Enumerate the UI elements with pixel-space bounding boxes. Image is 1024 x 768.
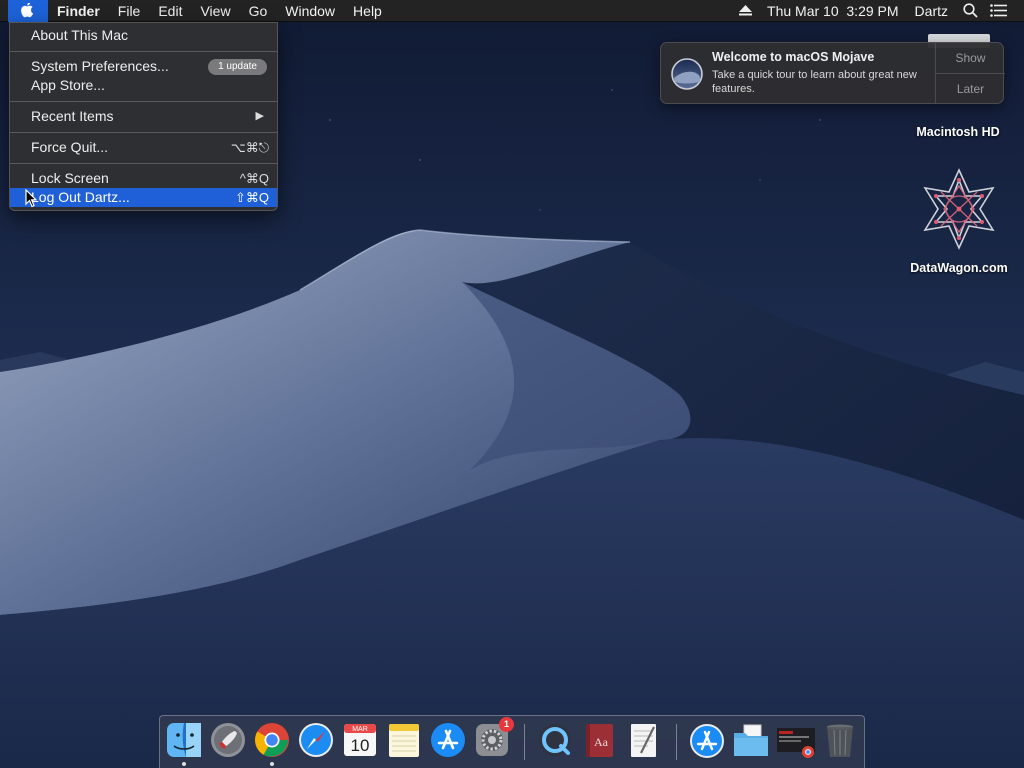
chrome-icon	[255, 723, 289, 757]
notification-badge: 1	[499, 717, 514, 732]
dock-item-finder[interactable]	[165, 721, 203, 766]
spotlight-button[interactable]	[956, 0, 984, 22]
eject-icon	[738, 5, 752, 16]
rocket-icon	[211, 723, 245, 757]
notification-show-button[interactable]: Show	[936, 43, 1005, 73]
menu-item-label: Force Quit...	[31, 139, 109, 155]
menubar-clock[interactable]: Thu Mar 10 3:29 PM	[759, 0, 907, 22]
submenu-arrow-icon: ▶	[255, 110, 264, 122]
notification-later-button[interactable]: Later	[936, 73, 1005, 103]
dock-item-calendar[interactable]: MAR 10	[341, 721, 379, 761]
eject-menu-extra[interactable]	[731, 0, 759, 22]
mouse-cursor-icon	[25, 189, 37, 208]
calendar-icon: MAR 10	[344, 724, 376, 756]
dock-item-chrome[interactable]	[253, 721, 291, 766]
dock-separator	[676, 724, 677, 760]
desktop-icon-label: Macintosh HD	[916, 125, 1000, 139]
shortcut-lock-screen: ^⌘Q	[239, 171, 269, 186]
menu-item-label: Log Out Dartz...	[31, 189, 130, 205]
finder-icon	[167, 723, 201, 757]
dock-item-safari[interactable]	[297, 721, 335, 761]
menu-item-system-preferences[interactable]: System Preferences... 1 update	[10, 57, 277, 76]
dictionary-icon: Aa	[586, 724, 613, 757]
quicktime-icon	[539, 724, 571, 756]
dock: MAR 10 1 Aa	[159, 715, 865, 768]
desktop-icon-label: DataWagon.com	[910, 261, 1008, 275]
menu-separator	[10, 101, 277, 102]
dock-item-trash[interactable]	[821, 721, 859, 761]
menu-item-force-quit[interactable]: Force Quit... ⌥⌘⎋	[10, 138, 277, 157]
shortcut-force-quit: ⌥⌘⎋	[230, 140, 269, 155]
dictionary-label: Aa	[594, 735, 609, 749]
menu-separator	[10, 163, 277, 164]
downloads-stack-icon	[777, 728, 815, 758]
menu-item-app-store[interactable]: App Store...	[10, 76, 277, 95]
dock-item-app-store[interactable]	[429, 721, 467, 761]
magnifier-icon	[962, 3, 978, 18]
menu-item-label: App Store...	[31, 77, 105, 93]
notification-center-button[interactable]	[984, 0, 1012, 22]
menu-item-label: System Preferences...	[31, 58, 169, 74]
dock-item-textedit[interactable]	[624, 721, 662, 761]
menu-separator	[10, 132, 277, 133]
menu-item-log-out[interactable]: Log Out Dartz... ⇧⌘Q	[10, 188, 277, 207]
app-store-icon	[431, 723, 465, 757]
compass-icon	[299, 723, 333, 757]
shortcut-log-out: ⇧⌘Q	[234, 190, 269, 205]
notes-icon	[389, 724, 419, 757]
dock-item-system-preferences[interactable]: 1	[473, 717, 514, 761]
notification-actions: Show Later	[935, 43, 1005, 103]
menu-help[interactable]: Help	[344, 0, 391, 22]
menu-item-label: About This Mac	[31, 27, 129, 43]
menu-item-about-this-mac[interactable]: About This Mac	[10, 26, 277, 45]
menu-go[interactable]: Go	[240, 0, 277, 22]
notification-body: Take a quick tour to learn about great n…	[712, 69, 917, 95]
geometric-star-icon	[923, 168, 995, 250]
trash-icon	[827, 724, 853, 757]
menu-bar: Finder File Edit View Go Window Help Thu…	[0, 0, 1024, 22]
apple-logo-icon	[21, 2, 34, 17]
dock-separator	[524, 724, 525, 760]
apple-menu-dropdown: About This Mac System Preferences... 1 u…	[9, 22, 278, 211]
textedit-icon	[631, 724, 656, 757]
dock-item-dictionary[interactable]: Aa	[580, 721, 618, 761]
list-icon	[989, 4, 1007, 17]
dock-item-notes[interactable]	[385, 721, 423, 761]
menu-item-label: Recent Items	[31, 108, 114, 124]
menu-item-lock-screen[interactable]: Lock Screen ^⌘Q	[10, 169, 277, 188]
menu-window[interactable]: Window	[276, 0, 344, 22]
notification-banner[interactable]: Welcome to macOS Mojave Take a quick tou…	[660, 42, 1005, 104]
applications-folder-icon	[690, 724, 724, 758]
running-indicator	[182, 762, 186, 766]
running-indicator	[270, 762, 274, 766]
mojave-icon	[671, 58, 703, 90]
dock-item-applications[interactable]	[688, 721, 726, 761]
menu-edit[interactable]: Edit	[149, 0, 191, 22]
menubar-user[interactable]: Dartz	[907, 0, 956, 22]
dock-item-documents[interactable]	[732, 721, 770, 761]
dock-item-quicktime[interactable]	[536, 721, 574, 761]
update-badge: 1 update	[208, 59, 267, 75]
folder-icon	[734, 724, 768, 756]
menu-separator	[10, 51, 277, 52]
calendar-day: 10	[351, 736, 370, 755]
menu-view[interactable]: View	[191, 0, 239, 22]
apple-menu-button[interactable]	[8, 0, 48, 22]
dock-item-launchpad[interactable]	[209, 721, 247, 761]
app-menu-finder[interactable]: Finder	[48, 0, 109, 22]
menu-item-label: Lock Screen	[31, 170, 109, 186]
notification-title: Welcome to macOS Mojave	[712, 50, 875, 64]
calendar-month: MAR	[352, 726, 368, 733]
menu-item-recent-items[interactable]: Recent Items ▶	[10, 107, 277, 126]
dock-item-downloads[interactable]	[776, 721, 815, 761]
menu-file[interactable]: File	[109, 0, 150, 22]
